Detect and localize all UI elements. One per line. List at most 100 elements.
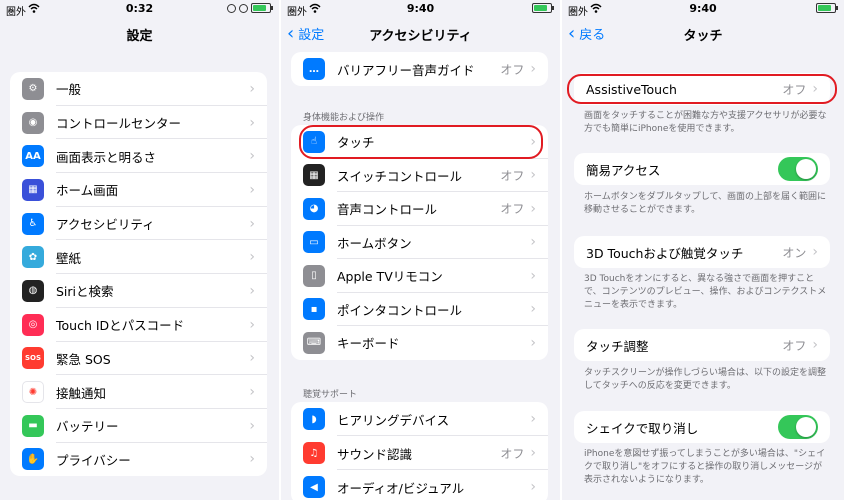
list-item-label: バリアフリー音声ガイド xyxy=(337,62,475,78)
hearing-list: ◗ ヒアリングデバイス › ♫ サウンド認識 オフ › ◀ オーディオ/ビジュアル › xyxy=(291,402,548,500)
nav-bar: ‹ 戻る タッチ xyxy=(562,18,844,48)
accessibility-panel: 圏外 9:40 ‹ 設定 アクセシビリティ … バリアフリー音声ガイド オフ › 身体機… xyxy=(281,0,560,500)
speaker-icon: ◀ xyxy=(303,476,325,498)
haptic-touch-row[interactable]: 3D Touchおよび触覚タッチ オン › xyxy=(574,236,830,268)
list-item[interactable]: ♫ サウンド認識 オフ › xyxy=(291,436,548,470)
list-item-label: コントロールセンター xyxy=(56,116,182,132)
reachability-group: 簡易アクセス xyxy=(574,153,830,185)
list-item[interactable]: … バリアフリー音声ガイド オフ › xyxy=(291,52,548,86)
remote-icon: ▯ xyxy=(303,264,325,287)
accommodations-footer: タッチスクリーンが操作しづらい場合は、以下の設定を調整してタッチへの反応を変更で… xyxy=(584,368,827,391)
list-item[interactable]: ▪ ポインタコントロール › xyxy=(291,293,548,326)
chevron-right-icon: › xyxy=(249,316,255,333)
sos-icon: SOS xyxy=(22,347,44,370)
touch-accommodations-label: タッチ調整 xyxy=(586,338,649,354)
chevron-right-icon: › xyxy=(249,80,255,97)
list-item[interactable]: ◉ コントロールセンター › xyxy=(10,106,267,140)
flower-icon: ✿ xyxy=(22,246,44,269)
speech-bubble-icon: … xyxy=(303,58,325,80)
list-item[interactable]: ✋ プライバシー › xyxy=(10,443,267,477)
status-bar: 圏外 9:40 xyxy=(281,0,560,18)
alarm-icon xyxy=(227,3,236,13)
chevron-right-icon: › xyxy=(249,384,255,401)
list-item-label: 壁紙 xyxy=(56,250,82,266)
list-item[interactable]: ✺ 接触通知 › xyxy=(10,375,267,409)
chevron-right-icon: › xyxy=(249,148,255,165)
list-item-label: 画面表示と明るさ xyxy=(56,149,157,165)
shake-to-undo-label: シェイクで取り消し xyxy=(586,420,699,436)
accessibility-icon: ♿ xyxy=(22,212,44,235)
list-item[interactable]: ⚙ 一般 › xyxy=(10,72,267,106)
list-item-label: ホーム画面 xyxy=(56,183,119,199)
list-item[interactable]: ✿ 壁紙 › xyxy=(10,240,267,275)
list-item[interactable]: ◀ オーディオ/ビジュアル › xyxy=(291,470,548,500)
list-item[interactable]: ◕ 音声コントロール オフ › xyxy=(291,192,548,226)
chevron-right-icon: › xyxy=(530,267,536,284)
status-time: 9:40 xyxy=(406,2,435,15)
list-item-label: ホームボタン xyxy=(337,235,412,251)
page-title: タッチ xyxy=(683,29,723,44)
text-size-icon: AA xyxy=(22,145,44,168)
touch-accommodations-value: オフ xyxy=(782,338,807,353)
list-item-label: サウンド認識 xyxy=(337,446,413,462)
list-item[interactable]: SOS 緊急 SOS › xyxy=(10,342,267,376)
touch-highlight xyxy=(299,125,543,159)
list-item-label: 音声コントロール xyxy=(337,202,438,218)
chevron-right-icon: › xyxy=(530,167,536,184)
voice-control-icon: ◕ xyxy=(303,197,325,220)
shake-to-undo-toggle[interactable] xyxy=(778,415,818,439)
settings-list: ⚙ 一般 › ◉ コントロールセンター › AA 画面表示と明るさ › ▦ ホーム画面 › ♿ アクセシビ… xyxy=(10,72,267,477)
list-item[interactable]: ◍ Siriと検索 › xyxy=(10,274,267,308)
list-item-label: 接触通知 xyxy=(56,385,107,401)
pointer-icon: ▪ xyxy=(303,298,325,321)
list-item[interactable]: ◎ Touch IDとパスコード › xyxy=(10,308,267,342)
reachability-row: 簡易アクセス xyxy=(574,153,830,185)
grid-icon: ▦ xyxy=(22,178,44,201)
list-item-label: 緊急 SOS xyxy=(56,351,111,367)
home-button-icon: ▭ xyxy=(303,231,325,254)
hand-icon: ✋ xyxy=(22,448,44,471)
chevron-right-icon: › xyxy=(249,249,255,266)
list-item-label: ポインタコントロール xyxy=(337,302,463,318)
list-item-label: スイッチコントロール xyxy=(337,168,463,184)
sound-recognition-icon: ♫ xyxy=(303,442,325,464)
chevron-right-icon: › xyxy=(249,451,255,468)
list-item-label: アクセシビリティ xyxy=(56,217,155,233)
touch-panel: 圏外 9:40 ‹ 戻る タッチ AssistiveTouch オフ › 画面をタ… xyxy=(562,0,844,500)
status-time: 9:40 xyxy=(689,2,717,15)
status-bar: 圏外 0:32 xyxy=(0,0,279,18)
list-item[interactable]: AA 画面表示と明るさ › xyxy=(10,139,267,174)
reachability-toggle[interactable] xyxy=(778,157,818,181)
chevron-right-icon: › xyxy=(249,350,255,367)
list-item[interactable]: ▦ ホーム画面 › xyxy=(10,173,267,207)
page-title: アクセシビリティ xyxy=(369,29,472,44)
list-item[interactable]: ♿ アクセシビリティ › xyxy=(10,207,267,241)
touch-accommodations-row[interactable]: タッチ調整 オフ › xyxy=(574,329,830,361)
orientation-lock-icon xyxy=(239,3,248,13)
toggles-icon: ◉ xyxy=(22,111,44,134)
battery-icon xyxy=(251,3,273,13)
list-item[interactable]: ⌨ キーボード › xyxy=(291,326,548,360)
settings-panel: 圏外 0:32 設定 ⚙ 一般 › ◉ コントロールセンター › AA 画面表示と明るさ › ▦ ホ… xyxy=(0,0,279,500)
shake-to-undo-row: シェイクで取り消し xyxy=(574,411,830,443)
battery-icon: ▬ xyxy=(22,414,44,437)
list-item[interactable]: ▦ スイッチコントロール オフ › xyxy=(291,159,548,192)
shake-group: シェイクで取り消し xyxy=(574,411,830,443)
chevron-right-icon: › xyxy=(530,411,536,427)
list-item-label: Siriと検索 xyxy=(56,284,114,300)
reachability-label: 簡易アクセス xyxy=(586,162,661,178)
list-item[interactable]: ◗ ヒアリングデバイス › xyxy=(291,402,548,436)
list-item-label: オーディオ/ビジュアル xyxy=(337,480,465,496)
list-item[interactable]: ▯ Apple TVリモコン › xyxy=(291,259,548,293)
chevron-right-icon: › xyxy=(249,215,255,232)
status-bar: 圏外 9:40 xyxy=(562,0,844,18)
battery-icon xyxy=(816,3,838,13)
list-item-label: プライバシー xyxy=(56,452,131,468)
assistivetouch-footer: 画面をタッチすることが困難な方や支援アクセサリが必要な方でも簡単にiPhoneを… xyxy=(584,111,827,134)
list-item[interactable]: ▬ バッテリー › xyxy=(10,409,267,443)
haptic-touch-value: オン xyxy=(782,245,807,260)
chevron-right-icon: › xyxy=(530,61,536,77)
page-title: 設定 xyxy=(126,29,153,44)
nav-bar: ‹ 設定 アクセシビリティ xyxy=(281,18,560,48)
list-item[interactable]: ▭ ホームボタン › xyxy=(291,226,548,259)
